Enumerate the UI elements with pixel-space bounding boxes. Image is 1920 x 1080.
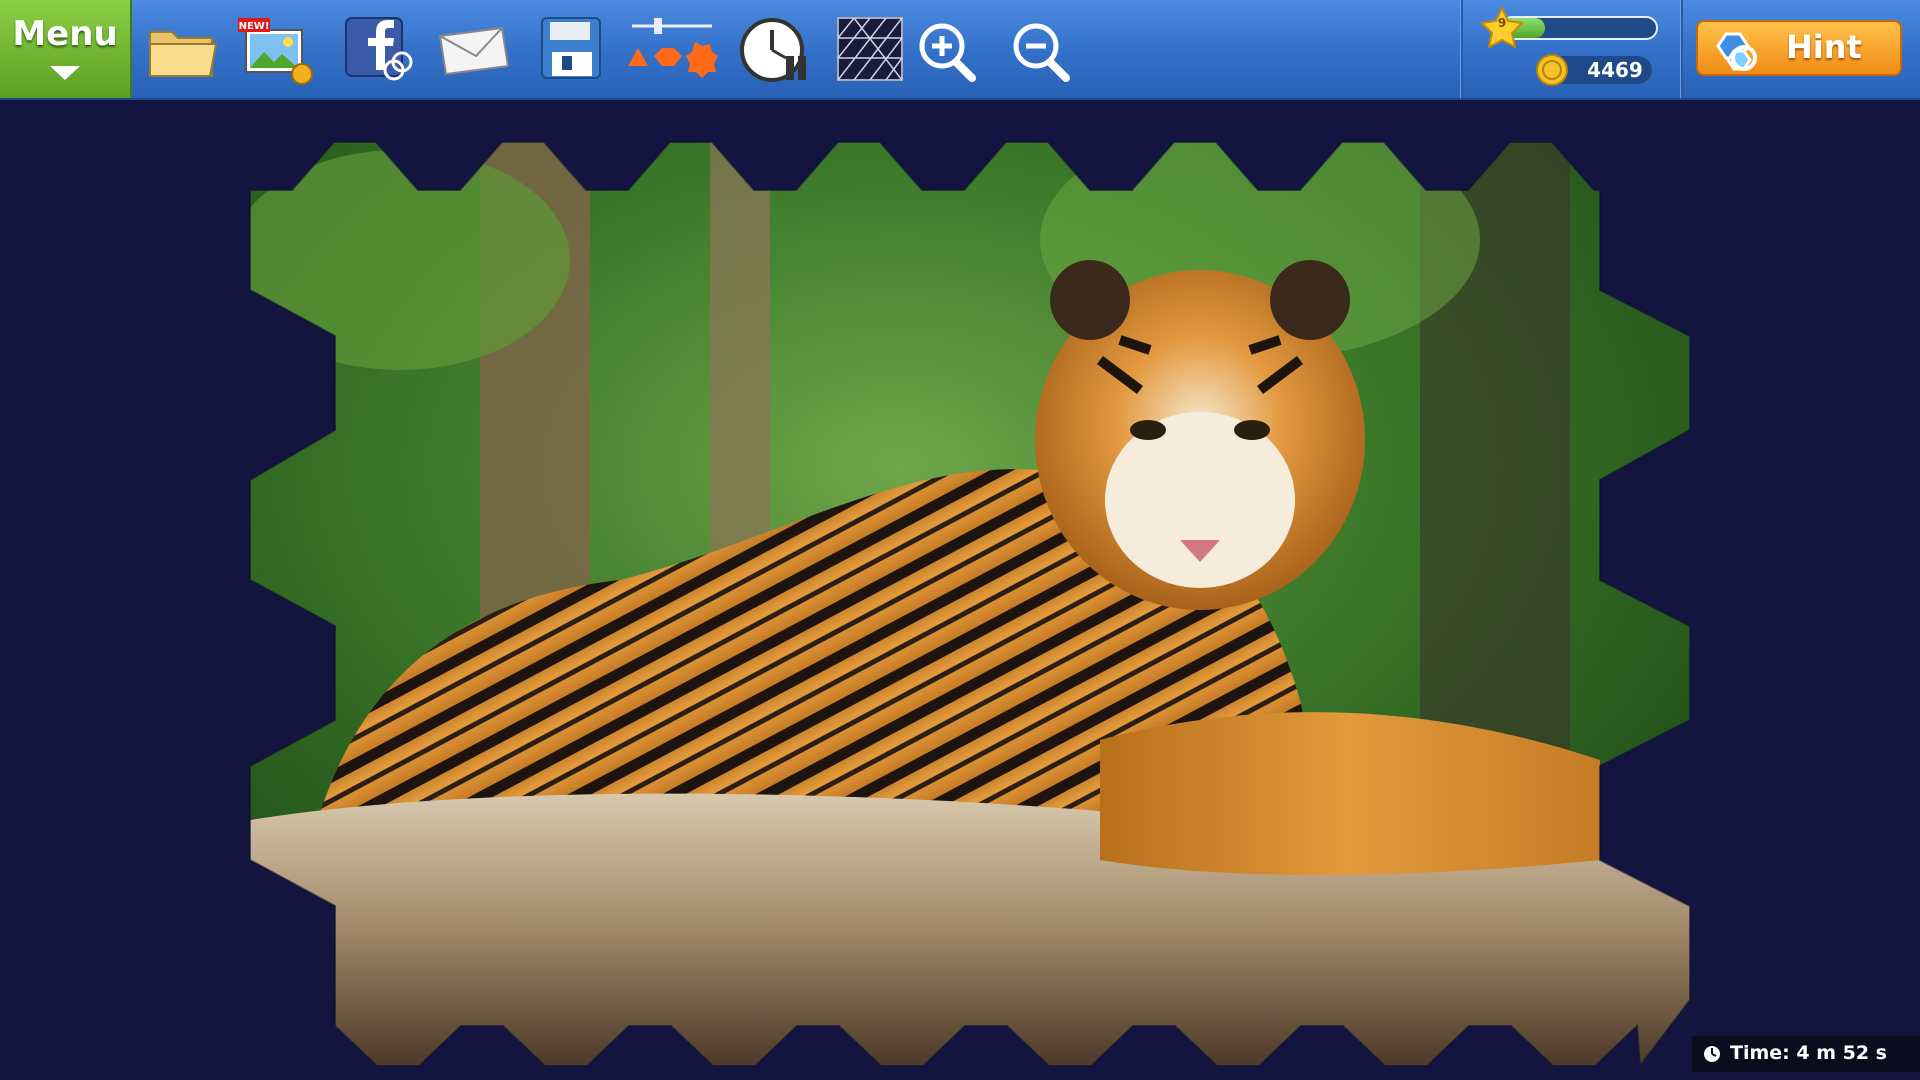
- timer-label: Time: 4 m 52 s: [1730, 1042, 1887, 1064]
- puzzle-picture: [250, 142, 1690, 1066]
- timer-panel: Time: 4 m 52 s: [1692, 1036, 1920, 1072]
- clock-icon: [1704, 1046, 1720, 1062]
- puzzle-board: [249, 141, 1691, 1069]
